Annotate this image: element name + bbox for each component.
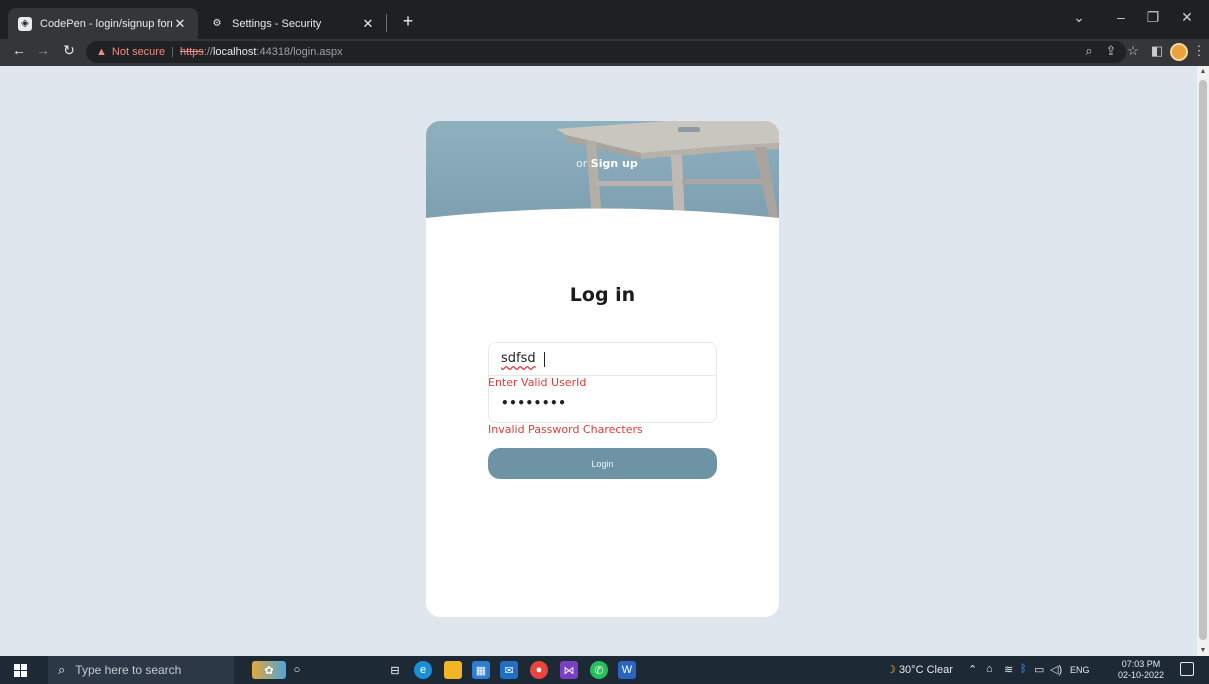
clock[interactable]: 07:03 PM 02-10-2022 <box>1117 659 1165 681</box>
tray-chevron-icon[interactable]: ⌃ <box>968 663 977 676</box>
password-error: Invalid Password Charecters <box>488 423 643 436</box>
address-bar[interactable]: ▲ Not secure | https :// localhost :4431… <box>86 41 1126 63</box>
weather-text: 30°C Clear <box>898 664 953 676</box>
reload-icon[interactable]: ↻ <box>58 42 80 59</box>
wifi-icon[interactable]: ≋ <box>1004 663 1013 676</box>
not-secure-label[interactable]: Not secure <box>112 46 165 58</box>
zoom-icon[interactable]: ⌕ <box>1080 43 1098 59</box>
codepen-icon: ◈ <box>18 16 32 31</box>
bluetooth-icon[interactable]: ᛒ <box>1020 663 1027 675</box>
userid-error: Enter Valid UserId <box>488 376 587 389</box>
text-caret <box>544 352 545 367</box>
signup-link[interactable]: or Sign up <box>576 157 638 170</box>
close-tab-icon[interactable]: ✕ <box>172 16 188 32</box>
tab-search-icon[interactable]: ⌄ <box>1064 9 1094 26</box>
task-view-icon[interactable]: ⊟ <box>386 661 404 679</box>
url-host: localhost <box>212 46 257 58</box>
tab-title: Settings - Security <box>232 17 322 30</box>
or-text: or <box>576 157 588 170</box>
browser-tab-strip: ◈ CodePen - login/signup form ani ✕ ⚙ Se… <box>0 0 1209 39</box>
volume-icon[interactable]: ◁) <box>1050 663 1062 676</box>
tab-title: CodePen - login/signup form ani <box>40 17 172 30</box>
visual-studio-icon[interactable]: ⋈ <box>560 661 578 679</box>
tab-codepen[interactable]: ◈ CodePen - login/signup form ani ✕ <box>8 8 198 39</box>
language-indicator[interactable]: ENG <box>1070 665 1090 675</box>
maximize-button[interactable]: ❐ <box>1138 9 1168 26</box>
bookmark-star-icon[interactable]: ☆ <box>1124 43 1142 59</box>
signup-text[interactable]: Sign up <box>591 157 638 170</box>
chrome-icon[interactable]: ● <box>530 661 548 679</box>
page-viewport: or Sign up Log in sdfsd Enter Valid User… <box>0 66 1197 656</box>
side-panel-icon[interactable]: ◧ <box>1148 43 1166 59</box>
warning-icon: ▲ <box>96 46 107 58</box>
url-path: :44318/login.aspx <box>256 46 343 58</box>
notification-center-icon[interactable] <box>1180 662 1194 676</box>
new-tab-button[interactable]: + <box>398 11 418 32</box>
forward-arrow-icon[interactable]: → <box>32 42 54 58</box>
store-icon[interactable]: ▦ <box>472 661 490 679</box>
userid-input[interactable]: sdfsd <box>501 351 701 369</box>
close-tab-icon[interactable]: ✕ <box>360 16 376 32</box>
login-button[interactable]: Login <box>488 448 717 479</box>
clock-time: 07:03 PM <box>1121 659 1161 669</box>
widgets-icon[interactable]: ✿ <box>252 661 286 679</box>
minimize-button[interactable]: – <box>1106 9 1136 25</box>
moon-icon: ☽ <box>886 664 896 676</box>
url-scheme: https <box>179 46 204 58</box>
windows-taskbar: ⌕ Type here to search ✿ ○ ⊟ e ▦ ✉ ● ⋈ ✆ … <box>0 656 1209 684</box>
search-icon: ⌕ <box>58 662 66 677</box>
network-icon[interactable]: ⌂ <box>986 663 993 675</box>
page-title: Log in <box>569 284 636 306</box>
mail-icon[interactable]: ✉ <box>500 661 518 679</box>
windows-start-button[interactable] <box>14 664 27 677</box>
word-icon[interactable]: W <box>618 661 636 679</box>
profile-avatar[interactable] <box>1170 43 1188 61</box>
edge-icon[interactable]: e <box>414 661 432 679</box>
scroll-up-arrow-icon[interactable]: ▲ <box>1197 68 1209 75</box>
scrollbar-thumb[interactable] <box>1199 80 1207 640</box>
login-card: or Sign up Log in sdfsd Enter Valid User… <box>426 121 779 617</box>
menu-kebab-icon[interactable]: ⋮ <box>1190 43 1208 59</box>
whatsapp-icon[interactable]: ✆ <box>590 661 608 679</box>
battery-icon[interactable]: ▭ <box>1034 663 1044 676</box>
stool-illustration <box>426 121 779 221</box>
share-icon[interactable]: ⇪ <box>1102 43 1120 59</box>
tab-settings[interactable]: ⚙ Settings - Security ✕ <box>200 8 386 39</box>
divider: | <box>171 46 174 58</box>
taskbar-search[interactable]: ⌕ Type here to search <box>48 656 234 684</box>
close-window-button[interactable]: ✕ <box>1172 9 1202 26</box>
password-input[interactable]: •••••••• <box>501 396 701 414</box>
file-explorer-icon[interactable] <box>444 661 462 679</box>
gear-icon: ⚙ <box>212 18 222 29</box>
back-arrow-icon[interactable]: ← <box>8 42 30 58</box>
scroll-down-arrow-icon[interactable]: ▼ <box>1197 647 1209 654</box>
weather-widget[interactable]: ☽ 30°C Clear <box>886 663 953 676</box>
search-placeholder: Type here to search <box>75 663 182 677</box>
clock-date: 02-10-2022 <box>1117 670 1165 680</box>
tab-separator <box>386 14 387 32</box>
cortana-icon[interactable]: ○ <box>290 661 304 679</box>
url-separator: :// <box>203 46 213 58</box>
hero-banner: or Sign up <box>426 121 779 221</box>
browser-toolbar: ← → ↻ ▲ Not secure | https :// localhost… <box>0 39 1209 66</box>
page-scrollbar[interactable]: ▲ ▼ <box>1197 66 1209 656</box>
